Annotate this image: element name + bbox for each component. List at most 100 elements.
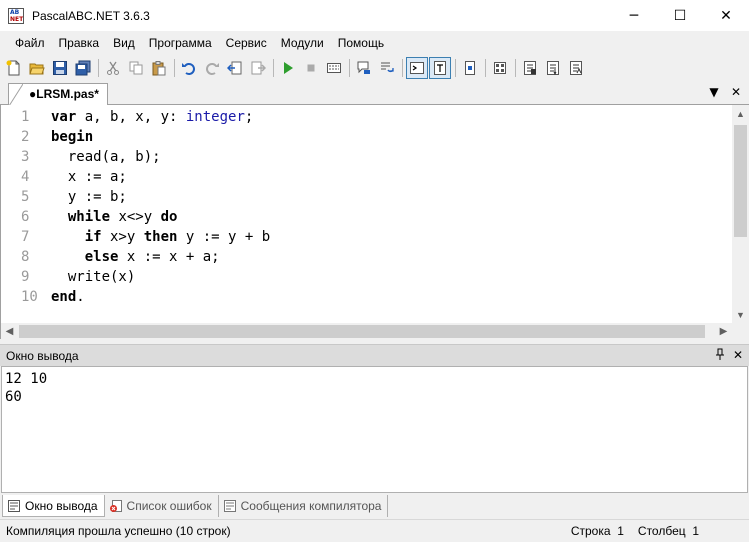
code-text: read(a, b); xyxy=(43,147,161,167)
split-icon xyxy=(494,61,506,74)
debug-3-icon xyxy=(570,60,582,75)
menu-file[interactable]: Файл xyxy=(8,33,52,53)
output-line: 60 xyxy=(5,389,22,405)
code-token: y := y + b xyxy=(177,229,271,245)
status-message: Компиляция прошла успешно (10 строк) xyxy=(6,524,231,538)
horizontal-scroll-thumb[interactable] xyxy=(19,325,705,338)
open-file-button[interactable] xyxy=(26,57,48,79)
menu-modules[interactable]: Модули xyxy=(274,33,331,53)
tab-lrsm-pas[interactable]: ●LRSM.pas* xyxy=(8,83,108,106)
editor-tab-strip: ●LRSM.pas* ▼ ✕ xyxy=(0,81,749,106)
menu-program[interactable]: Программа xyxy=(142,33,219,53)
stop-button[interactable] xyxy=(300,57,322,79)
scroll-up-icon[interactable]: ▲ xyxy=(732,105,749,122)
line-number: 5 xyxy=(21,189,30,205)
toolbar-separator xyxy=(485,58,486,77)
redo-icon xyxy=(206,62,219,75)
console-output-button[interactable] xyxy=(406,56,428,79)
scroll-corner xyxy=(732,323,749,340)
toolbar xyxy=(0,55,749,80)
minimize-button[interactable]: ─ xyxy=(611,0,657,31)
code-token: x := x + a; xyxy=(118,249,220,265)
split-button[interactable] xyxy=(489,57,511,79)
new-file-button[interactable] xyxy=(3,57,25,79)
code-token: x := a; xyxy=(51,169,127,185)
maximize-button[interactable]: ☐ xyxy=(657,0,703,31)
redo-button[interactable] xyxy=(201,57,223,79)
toolbar-separator xyxy=(349,58,350,77)
save-all-button[interactable] xyxy=(72,57,94,79)
scroll-left-icon[interactable]: ◀ xyxy=(1,323,18,340)
menu-edit[interactable]: Правка xyxy=(52,33,107,53)
vertical-scroll-thumb[interactable] xyxy=(734,125,747,237)
debug-step-icon xyxy=(357,61,370,74)
page-icon xyxy=(465,60,475,75)
tab-error-list-label: Список ошибок xyxy=(126,499,212,513)
navigate-forward-icon xyxy=(251,61,266,74)
run-button[interactable] xyxy=(277,57,299,79)
line-number: 2 xyxy=(21,129,30,145)
navigate-back-button[interactable] xyxy=(224,57,246,79)
debug-1-button[interactable] xyxy=(519,57,541,79)
code-line: 4 x := a; xyxy=(1,167,270,187)
code-text: if x>y then y := y + b xyxy=(43,227,270,247)
output-window[interactable]: 12 10 60 xyxy=(1,366,748,493)
output-close-icon[interactable]: ✕ xyxy=(733,348,743,363)
menu-view[interactable]: Вид xyxy=(106,33,142,53)
code-editor[interactable]: 1 var a, b, x, y: integer; 2 begin 3 read(a,… xyxy=(0,105,749,340)
menu-service[interactable]: Сервис xyxy=(219,33,274,53)
tab-output-window[interactable]: Окно вывода xyxy=(2,495,105,517)
close-button[interactable]: ✕ xyxy=(703,0,749,31)
text-output-button[interactable] xyxy=(429,56,451,79)
title-bar: AB NET PascalABC.NET 3.6.3 ─ ☐ ✕ xyxy=(0,0,749,31)
code-line: 6 while x<>y do xyxy=(1,207,270,227)
tab-close-icon[interactable]: ✕ xyxy=(729,85,743,99)
tab-error-list[interactable]: Список ошибок xyxy=(105,495,219,517)
page-button[interactable] xyxy=(459,57,481,79)
output-panel-header: Окно вывода ✕ xyxy=(0,344,749,366)
code-token: . xyxy=(76,289,85,305)
paste-button[interactable] xyxy=(148,57,170,79)
cursor-row: Строка 1 xyxy=(570,524,624,538)
keyword-token: end xyxy=(51,289,77,305)
code-token: read(a, b); xyxy=(51,149,161,165)
compile-button[interactable] xyxy=(323,57,345,79)
error-list-icon xyxy=(109,500,122,512)
line-number: 7 xyxy=(21,229,30,245)
step-over-button[interactable] xyxy=(376,57,398,79)
debug-3-button[interactable] xyxy=(565,57,587,79)
cut-icon xyxy=(107,61,119,75)
code-text: write(x) xyxy=(43,267,135,287)
tab-compiler-messages[interactable]: Сообщения компилятора xyxy=(219,495,389,517)
vertical-scrollbar[interactable]: ▲ ▼ xyxy=(732,105,749,323)
pin-icon[interactable] xyxy=(715,348,725,363)
debug-step-button[interactable] xyxy=(353,57,375,79)
menu-help[interactable]: Помощь xyxy=(331,33,391,53)
copy-button[interactable] xyxy=(125,57,147,79)
code-text: var a, b, x, y: integer; xyxy=(43,107,253,127)
horizontal-scrollbar[interactable]: ◀ ▶ xyxy=(1,323,732,340)
code-token: write(x) xyxy=(51,269,136,285)
tab-edge-icon xyxy=(9,84,23,106)
line-number: 4 xyxy=(21,169,30,185)
tab-list-dropdown-icon[interactable]: ▼ xyxy=(707,85,721,99)
undo-button[interactable] xyxy=(178,57,200,79)
tab-compiler-messages-label: Сообщения компилятора xyxy=(240,499,382,513)
new-file-icon xyxy=(6,60,20,75)
line-number: 8 xyxy=(21,249,30,265)
code-line: 7 if x>y then y := y + b xyxy=(1,227,270,247)
code-line: 8 else x := x + a; xyxy=(1,247,270,267)
code-line: 5 y := b; xyxy=(1,187,270,207)
cut-button[interactable] xyxy=(102,57,124,79)
toolbar-separator xyxy=(98,58,99,77)
debug-2-icon xyxy=(547,60,559,75)
save-button[interactable] xyxy=(49,57,71,79)
scroll-down-icon[interactable]: ▼ xyxy=(732,306,749,323)
save-all-icon xyxy=(75,60,91,75)
navigate-forward-button[interactable] xyxy=(247,57,269,79)
status-bar: Компиляция прошла успешно (10 строк) Стр… xyxy=(0,519,749,542)
scroll-right-icon[interactable]: ▶ xyxy=(715,323,732,340)
debug-2-button[interactable] xyxy=(542,57,564,79)
code-line: 10 end. xyxy=(1,287,270,307)
